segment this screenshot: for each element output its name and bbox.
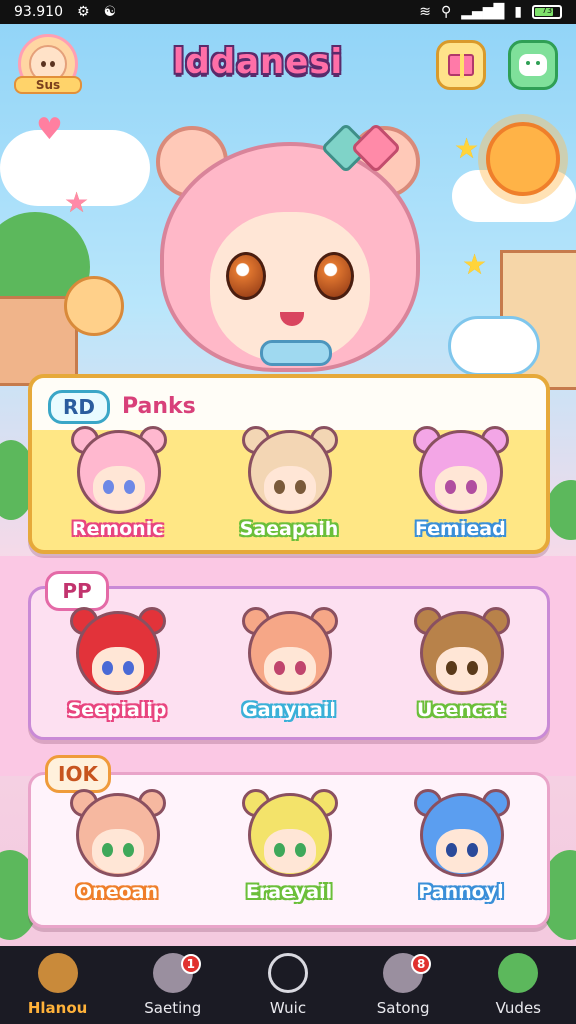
status-bar: 93.910 ⚙ ☯ ≋ ⚲ ▂▄▆█ ▮ 73 <box>0 0 576 24</box>
character-slot[interactable]: Ueencat <box>386 607 536 729</box>
character-face <box>435 466 488 510</box>
wifi-icon: ≋ <box>419 4 431 20</box>
signal-icon: ▂▄▆█ <box>461 4 505 20</box>
character-slot[interactable]: Remonic <box>43 426 193 548</box>
battery-level: 73 <box>541 6 553 15</box>
character-name: Ganynail <box>242 699 337 722</box>
card-badge[interactable]: PP <box>45 571 109 611</box>
nav-label: Satong <box>376 999 430 1017</box>
character-name: Seepialip <box>67 699 167 722</box>
character-card-ranks: RD Panks Remonic Saeapaih Femiead <box>28 374 550 554</box>
battery-icon: 73 <box>532 5 562 19</box>
character-eye <box>102 843 113 857</box>
star-icon: ★ <box>454 132 480 165</box>
character-eye <box>446 843 457 857</box>
cloud-character-icon <box>448 316 540 376</box>
star-icon: ★ <box>462 248 488 281</box>
character-eye <box>295 661 306 675</box>
background-bush <box>546 480 576 540</box>
character-eye <box>467 661 478 675</box>
featured-character[interactable] <box>150 104 440 380</box>
hero-ribbon <box>260 340 332 366</box>
profile-label: Sus <box>14 76 82 94</box>
character-eye <box>446 661 457 675</box>
character-face <box>263 466 316 510</box>
logo-text: lddanesi <box>172 42 344 82</box>
card-badge[interactable]: RD <box>48 390 110 424</box>
notification-badge: 1 <box>180 954 201 974</box>
heart-balloon-icon: ♥ <box>36 112 63 147</box>
character-card-pp: PP Seepialip Ganynail Ueencat <box>28 571 550 740</box>
nav-label: Hlanou <box>27 999 88 1017</box>
notification-badge: 8 <box>411 954 432 974</box>
frog-icon <box>498 953 539 993</box>
character-name: Ueencat <box>417 699 506 722</box>
character-row: Seepialip Ganynail Ueencat <box>31 607 547 729</box>
character-face <box>436 829 488 873</box>
gift-button[interactable] <box>436 40 486 90</box>
character-eye <box>123 661 134 675</box>
character-name: Oneoan <box>76 881 159 904</box>
character-row: Oneoan Eraeyail Pannoyl <box>31 789 547 911</box>
character-name: Eraeyail <box>245 881 333 904</box>
hero-bow-icon <box>326 124 396 168</box>
nav-item-home[interactable]: Hlanou <box>8 946 108 1024</box>
character-name: Remonic <box>71 518 164 541</box>
bottom-navigation: Hlanou Saeting 1 Wuic Satong 8 Vudes <box>0 946 576 1024</box>
character-slot[interactable]: Ganynail <box>214 607 364 729</box>
character-eye <box>102 661 113 675</box>
character-face <box>92 466 145 510</box>
character-eye <box>123 480 135 494</box>
home-hat-icon <box>37 953 78 993</box>
character-eye <box>123 843 134 857</box>
nav-item-vudes[interactable]: Vudes <box>468 946 568 1024</box>
nav-label: Vudes <box>495 999 541 1017</box>
nav-label: Wuic <box>269 999 307 1017</box>
character-slot[interactable]: Oneoan <box>42 789 192 911</box>
character-eye <box>102 480 114 494</box>
character-card-iok: IOK Oneoan Eraeyail Pannoyl <box>28 755 550 928</box>
character-face <box>436 647 488 691</box>
character-slot[interactable]: Femiead <box>385 426 535 548</box>
character-eye <box>274 843 285 857</box>
game-logo: lddanesi <box>140 38 376 86</box>
alarm-icon: ⚲ <box>440 4 452 20</box>
character-name: Pannoyl <box>418 881 504 904</box>
nav-label: Saeting <box>144 999 202 1017</box>
nav-item-saeting[interactable]: Saeting 1 <box>123 946 223 1024</box>
character-name: Saeapaih <box>239 518 339 541</box>
card-title: Panks <box>122 394 196 419</box>
character-face <box>92 647 144 691</box>
character-face <box>264 829 316 873</box>
compass-icon <box>267 953 308 993</box>
chat-button[interactable] <box>508 40 558 90</box>
notification-icon: ⚙ <box>77 4 90 20</box>
sync-icon: ☯ <box>103 4 117 20</box>
character-row: Remonic Saeapaih Femiead <box>32 426 546 548</box>
character-name: Femiead <box>414 518 506 541</box>
character-eye <box>467 843 478 857</box>
chat-icon <box>519 54 547 76</box>
hero-eye-right <box>314 252 354 300</box>
character-face <box>92 829 144 873</box>
nav-item-satong[interactable]: Satong 8 <box>353 946 453 1024</box>
gift-icon <box>448 54 474 78</box>
character-eye <box>274 661 285 675</box>
character-eye <box>273 480 285 494</box>
nav-item-wuic[interactable]: Wuic <box>238 946 338 1024</box>
character-face <box>264 647 316 691</box>
sun-icon <box>486 122 560 196</box>
lock-icon: ▮ <box>514 4 522 20</box>
character-slot[interactable]: Saeapaih <box>214 426 364 548</box>
character-slot[interactable]: Seepialip <box>42 607 192 729</box>
hero-eye-left <box>226 252 266 300</box>
status-time: 93.910 <box>14 4 63 20</box>
character-slot[interactable]: Pannoyl <box>386 789 536 911</box>
card-badge[interactable]: IOK <box>45 755 111 793</box>
character-eye <box>295 843 306 857</box>
character-eye <box>294 480 306 494</box>
flower-creature-icon <box>64 276 124 336</box>
star-icon: ★ <box>64 186 90 219</box>
character-slot[interactable]: Eraeyail <box>214 789 364 911</box>
